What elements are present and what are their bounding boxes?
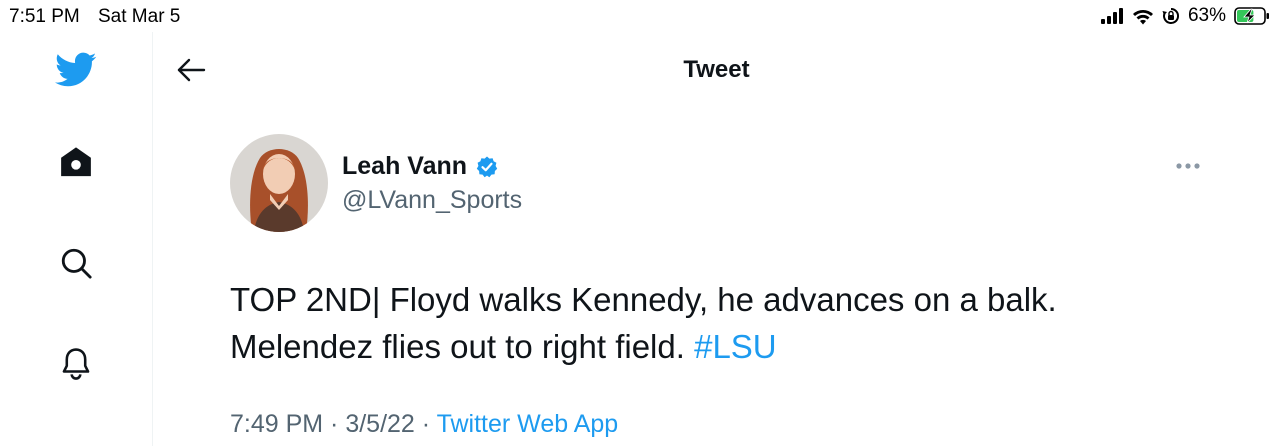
author-name-text: Leah Vann [342, 152, 468, 180]
tweet-text-line-2-body: Melendez flies out to right field. [230, 328, 685, 365]
twitter-bird-icon [55, 52, 97, 87]
battery-percent: 63% [1187, 5, 1226, 26]
sidebar-item-home[interactable] [50, 136, 102, 188]
sidebar-item-explore[interactable] [50, 237, 102, 289]
home-icon [61, 147, 91, 177]
tweet-text: TOP 2ND| Floyd walks Kennedy, he advance… [230, 276, 1230, 370]
tweet-time[interactable]: 7:49 PM [230, 410, 323, 438]
status-time: 7:51 PM [9, 6, 80, 27]
more-horizontal-icon [1176, 163, 1200, 169]
status-date: Sat Mar 5 [98, 6, 181, 27]
hashtag-link[interactable]: #LSU [694, 328, 777, 365]
search-icon [61, 248, 92, 279]
author-name[interactable]: Leah Vann [342, 152, 499, 181]
cellular-signal-icon [1100, 8, 1123, 24]
sidebar-item-twitter-logo[interactable] [50, 44, 102, 96]
meta-separator: · [323, 410, 346, 438]
sidebar [0, 32, 153, 446]
tweet-meta: 7:49 PM · 3/5/22 · Twitter Web App [230, 410, 618, 439]
avatar-photo [230, 134, 328, 232]
tweet-text-line-2: Melendez flies out to right field. #LSU [230, 323, 1230, 370]
avatar[interactable] [230, 134, 328, 232]
status-icons: 63% [1100, 5, 1270, 27]
page-title: Tweet [683, 56, 750, 83]
sidebar-item-notifications[interactable] [50, 337, 102, 389]
wifi-icon [1132, 9, 1153, 24]
more-options-button[interactable] [1170, 152, 1206, 180]
verified-badge-icon [476, 156, 498, 177]
tweet-date[interactable]: 3/5/22 [345, 410, 415, 438]
battery-charging-icon [1234, 7, 1269, 25]
status-bar: 7:51 PM Sat Mar 5 63% [0, 0, 1280, 32]
tweet-header: Tweet [153, 32, 1280, 110]
tweet-text-line-1: TOP 2ND| Floyd walks Kennedy, he advance… [230, 281, 1057, 318]
tweet-source-link[interactable]: Twitter Web App [437, 410, 619, 438]
author-handle[interactable]: @LVann_Sports [342, 186, 522, 215]
bell-icon [62, 348, 90, 380]
meta-separator: · [414, 410, 437, 438]
orientation-lock-icon [1162, 7, 1179, 24]
